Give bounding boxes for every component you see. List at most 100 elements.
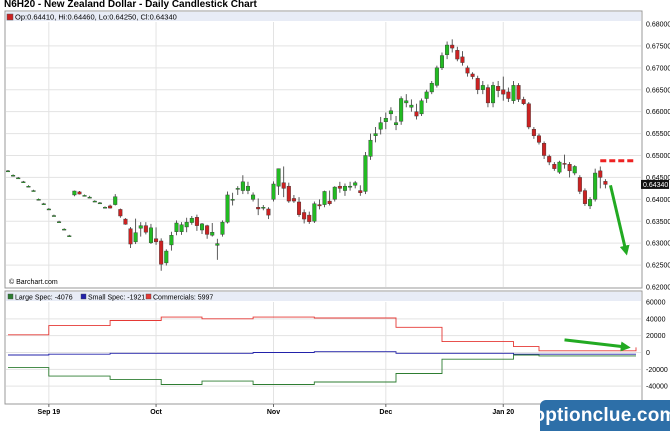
candle-body: [373, 133, 378, 136]
candle-body: [67, 235, 72, 237]
candle: [322, 190, 327, 208]
candle-body: [261, 207, 266, 209]
candle-body: [123, 218, 128, 225]
candle-body: [394, 122, 399, 126]
price-tick-label: 0.63000: [646, 241, 670, 248]
candle-body: [256, 207, 261, 210]
cot-tick-label: -40000: [646, 384, 668, 391]
watermark-badge: optionclue.com: [533, 400, 670, 431]
legend-swatch: [7, 293, 14, 300]
candle-body: [598, 170, 603, 178]
price-tick-label: 0.64000: [646, 197, 670, 204]
candle-body: [92, 200, 97, 203]
candle-body: [133, 232, 138, 243]
x-tick-label: Dec: [379, 409, 392, 416]
candle-body: [189, 217, 194, 223]
candle-body: [220, 221, 225, 235]
candle: [434, 65, 439, 88]
last-price-label: 0.64340: [643, 182, 668, 189]
candle-body: [593, 172, 598, 200]
cot-tick-label: 60000: [646, 300, 666, 307]
chart-svg: Op:0.64410, Hi:0.64460, Lo:0.64250, Cl:0…: [4, 10, 670, 416]
candle-body: [557, 161, 562, 173]
candle-body: [322, 191, 327, 205]
candle: [220, 220, 225, 237]
candle-body: [337, 185, 342, 189]
candle-body: [485, 87, 490, 104]
candle: [557, 160, 562, 174]
candle-body: [72, 190, 77, 196]
candle-body: [302, 212, 307, 220]
price-panel-frame: [4, 10, 643, 289]
candle-body: [506, 91, 511, 99]
candle-body: [31, 190, 36, 192]
candle: [419, 98, 424, 117]
candle-body: [36, 199, 41, 201]
candle-body: [97, 202, 102, 205]
info-swatch: [6, 13, 14, 21]
price-y-axis: 0.68000 0.67500 0.67000 0.66500 0.66000 0.655…: [641, 22, 670, 292]
candle-body: [21, 181, 26, 184]
candle-body: [572, 166, 577, 174]
candle-body: [312, 203, 317, 222]
candle-body: [603, 181, 608, 185]
candle-body: [194, 217, 199, 226]
candle-body: [143, 225, 148, 233]
candle-body: [235, 188, 240, 190]
candle-body: [582, 190, 587, 204]
x-tick-label: Sep 19: [38, 409, 61, 416]
x-tick-label: Oct: [150, 409, 162, 416]
candle-body: [87, 196, 92, 199]
candle-body: [419, 100, 424, 115]
candle-body: [332, 186, 337, 200]
candle-body: [164, 250, 169, 264]
candle-body: [496, 86, 501, 91]
candle-body: [240, 181, 245, 191]
source-label: © Barchart.com: [9, 278, 58, 286]
candle-body: [184, 221, 189, 228]
candle-body: [521, 99, 526, 104]
candle-body: [414, 111, 419, 117]
candle-body: [62, 228, 67, 231]
cot-tick-label: 40000: [646, 316, 666, 323]
candle-body: [516, 85, 521, 100]
candle-body: [353, 182, 358, 186]
candle-body: [245, 185, 250, 191]
info-line: Op:0.64410, Hi:0.64460, Lo:0.64250, Cl:0…: [15, 13, 177, 22]
candle-body: [118, 209, 123, 217]
candle-body: [251, 194, 256, 200]
candle-body: [179, 224, 184, 232]
candle-body: [491, 85, 496, 104]
candle-body: [113, 196, 118, 205]
candle-body: [138, 225, 143, 229]
candle-body: [531, 128, 536, 136]
candle-body: [511, 85, 516, 101]
candle-body: [291, 198, 296, 202]
price-tick-label: 0.67500: [646, 43, 670, 50]
candle-body: [230, 199, 235, 201]
candle-body: [439, 55, 444, 69]
candle-body: [368, 139, 373, 157]
cot-legend: Large Spec: -4076 Small Spec: -1921 Commer…: [7, 293, 213, 302]
candle-body: [363, 155, 368, 192]
candle-body: [82, 195, 87, 197]
candle-body: [475, 78, 480, 90]
cot-y-axis: 60000 40000 20000 0 -20000 -40000: [646, 300, 668, 391]
candle-body: [434, 67, 439, 86]
candle-body: [445, 44, 450, 55]
candle-body: [460, 56, 465, 63]
candle-body: [501, 89, 506, 95]
candle-body: [5, 170, 10, 173]
x-axis: Sep 19 Oct Nov Dec Jan 20: [38, 404, 514, 416]
candle-body: [77, 191, 82, 195]
candle-body: [51, 215, 56, 217]
candle-body: [286, 185, 291, 202]
candle-body: [26, 185, 31, 188]
price-tick-label: 0.65000: [646, 153, 670, 160]
watermark-text: optionclue.com: [533, 404, 670, 426]
candle-body: [174, 222, 179, 232]
candle-body: [307, 214, 312, 222]
price-tick-label: 0.66000: [646, 109, 670, 116]
price-tick-label: 0.62500: [646, 263, 670, 270]
candle-body: [388, 110, 393, 115]
